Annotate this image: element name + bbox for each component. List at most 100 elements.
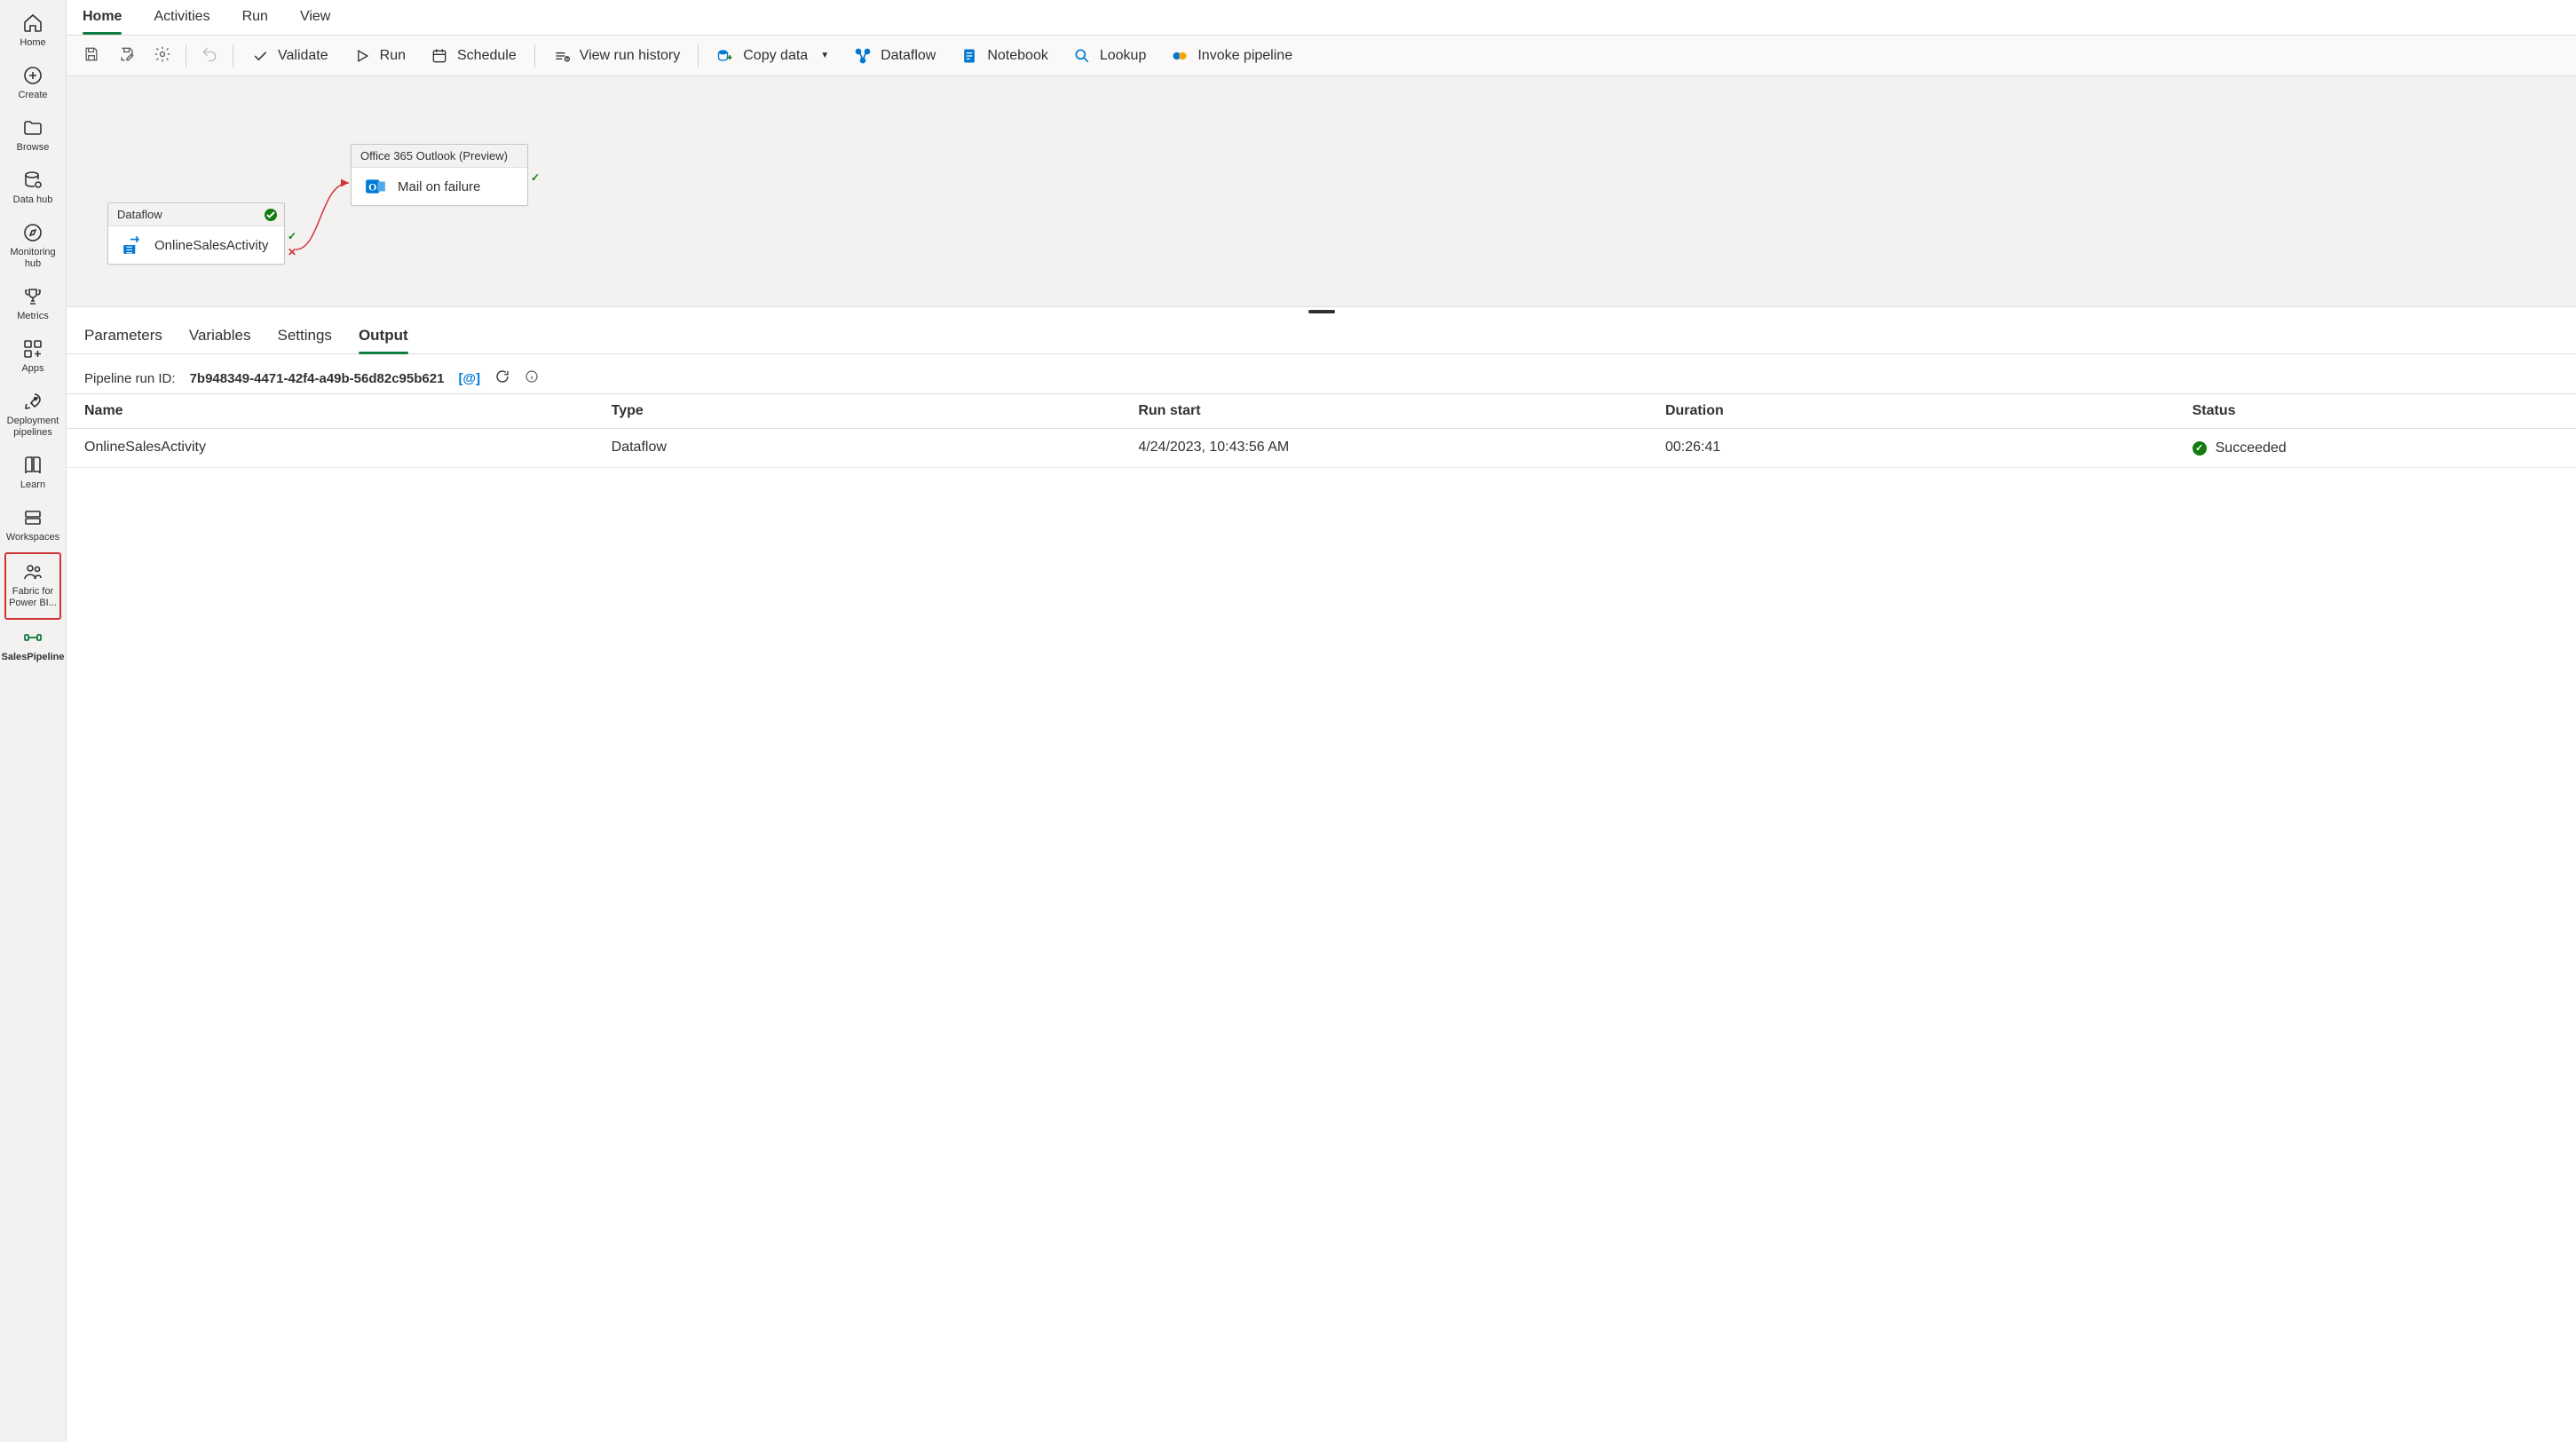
nav-create-label: Create	[18, 90, 47, 101]
validate-label: Validate	[278, 48, 328, 64]
copy-data-label: Copy data	[743, 48, 808, 64]
info-icon	[525, 369, 539, 384]
nav-create[interactable]: Create	[4, 58, 61, 110]
nav-salespipeline[interactable]: SalesPipeline	[4, 620, 61, 672]
compass-icon	[22, 222, 43, 243]
notebook-icon	[960, 47, 978, 65]
invoke-icon	[1171, 47, 1189, 65]
nav-learn[interactable]: Learn	[4, 448, 61, 500]
pipeline-canvas[interactable]: Dataflow OnlineSalesActivity ✓ ✕	[67, 76, 2576, 307]
refresh-button[interactable]	[494, 368, 510, 388]
nav-fabric[interactable]: Fabric for Power BI...	[4, 552, 61, 620]
tab-run[interactable]: Run	[242, 9, 268, 34]
tab-activities[interactable]: Activities	[154, 9, 209, 34]
connector-arrow	[285, 174, 356, 281]
ribbon-toolbar: Validate Run Schedule View run history C…	[67, 36, 2576, 76]
output-table: Name Type Run start Duration Status Onli…	[67, 393, 2576, 468]
gear-icon	[154, 45, 171, 63]
schedule-label: Schedule	[457, 48, 517, 64]
dataflow-button[interactable]: Dataflow	[842, 42, 948, 70]
col-name: Name	[67, 394, 594, 429]
tab-view[interactable]: View	[300, 9, 330, 34]
calendar-icon	[431, 47, 448, 65]
home-icon	[22, 12, 43, 34]
save-button[interactable]	[74, 40, 109, 71]
lookup-button[interactable]: Lookup	[1061, 42, 1159, 70]
nav-workspaces[interactable]: Workspaces	[4, 500, 61, 552]
notebook-button[interactable]: Notebook	[948, 42, 1061, 70]
copy-data-button[interactable]: Copy data ▼	[704, 42, 842, 70]
dataflow-icon	[854, 47, 872, 65]
undo-button[interactable]	[192, 40, 227, 71]
node-header: Office 365 Outlook (Preview)	[352, 145, 527, 168]
run-label: Run	[380, 48, 406, 64]
node-outlook[interactable]: Office 365 Outlook (Preview) O Mail on f…	[351, 144, 528, 206]
main-area: Home Activities Run View Validate	[67, 0, 2576, 1442]
svg-text:O: O	[368, 180, 376, 193]
save-as-button[interactable]	[109, 40, 145, 71]
settings-button[interactable]	[145, 40, 180, 71]
invoke-label: Invoke pipeline	[1197, 48, 1292, 64]
table-row[interactable]: OnlineSalesActivity Dataflow 4/24/2023, …	[67, 429, 2576, 468]
detail-tabs: Parameters Variables Settings Output	[67, 316, 2576, 354]
col-type: Type	[594, 394, 1121, 429]
node-dataflow[interactable]: Dataflow OnlineSalesActivity ✓ ✕	[107, 202, 285, 265]
info-button[interactable]	[525, 369, 539, 387]
cell-type: Dataflow	[594, 429, 1121, 468]
invoke-pipeline-button[interactable]: Invoke pipeline	[1158, 42, 1305, 70]
tab-parameters[interactable]: Parameters	[84, 327, 162, 353]
menu-tabs: Home Activities Run View	[67, 0, 2576, 36]
undo-icon	[201, 45, 218, 63]
status-success-icon	[265, 209, 277, 221]
cell-start: 4/24/2023, 10:43:56 AM	[1120, 429, 1648, 468]
port-success-icon: ✓	[531, 171, 540, 184]
nav-browse[interactable]: Browse	[4, 110, 61, 162]
nav-monitoring[interactable]: Monitoring hub	[4, 215, 61, 279]
lookup-label: Lookup	[1100, 48, 1147, 64]
col-status: Status	[2175, 394, 2576, 429]
separator	[534, 44, 535, 67]
nav-home[interactable]: Home	[4, 5, 61, 58]
nav-deployment[interactable]: Deployment pipelines	[4, 384, 61, 448]
status-text: Succeeded	[2216, 440, 2287, 456]
nav-metrics[interactable]: Metrics	[4, 279, 61, 331]
node-body: O Mail on failure	[352, 168, 527, 205]
apps-icon	[22, 338, 43, 360]
database-icon	[22, 170, 43, 191]
save-icon	[83, 45, 100, 63]
tab-home[interactable]: Home	[83, 9, 122, 34]
history-icon	[553, 47, 571, 65]
dataflow-label: Dataflow	[881, 48, 936, 64]
dataflow-node-icon	[121, 234, 144, 257]
panel-resize-handle[interactable]	[67, 307, 2576, 316]
rocket-icon	[22, 391, 43, 412]
nav-browse-label: Browse	[17, 142, 50, 154]
tab-variables[interactable]: Variables	[189, 327, 251, 353]
save-as-icon	[118, 45, 136, 63]
copy-id-button[interactable]: [@]	[458, 371, 480, 386]
port-failure-icon: ✕	[288, 246, 296, 258]
run-id-value: 7b948349-4471-42f4-a49b-56d82c95b621	[190, 371, 445, 386]
tab-settings[interactable]: Settings	[278, 327, 332, 353]
node1-body-text: OnlineSalesActivity	[154, 238, 268, 253]
node-body: OnlineSalesActivity	[108, 226, 284, 264]
cell-name: OnlineSalesActivity	[67, 429, 594, 468]
col-runstart: Run start	[1120, 394, 1648, 429]
book-icon	[22, 455, 43, 476]
folder-icon	[22, 117, 43, 139]
play-icon	[353, 47, 371, 65]
tab-output[interactable]: Output	[359, 327, 408, 353]
chevron-down-icon: ▼	[820, 51, 829, 60]
table-header-row: Name Type Run start Duration Status	[67, 394, 2576, 429]
schedule-button[interactable]: Schedule	[418, 42, 529, 70]
nav-apps[interactable]: Apps	[4, 331, 61, 384]
pipeline-icon	[22, 627, 43, 648]
left-nav: Home Create Browse Data hub Monitoring h…	[0, 0, 67, 1442]
run-button[interactable]: Run	[341, 42, 418, 70]
copy-data-icon	[716, 47, 734, 65]
nav-datahub[interactable]: Data hub	[4, 162, 61, 215]
view-history-button[interactable]: View run history	[541, 42, 693, 70]
validate-button[interactable]: Validate	[239, 42, 341, 70]
search-icon	[1073, 47, 1091, 65]
port-success-icon: ✓	[288, 230, 296, 242]
